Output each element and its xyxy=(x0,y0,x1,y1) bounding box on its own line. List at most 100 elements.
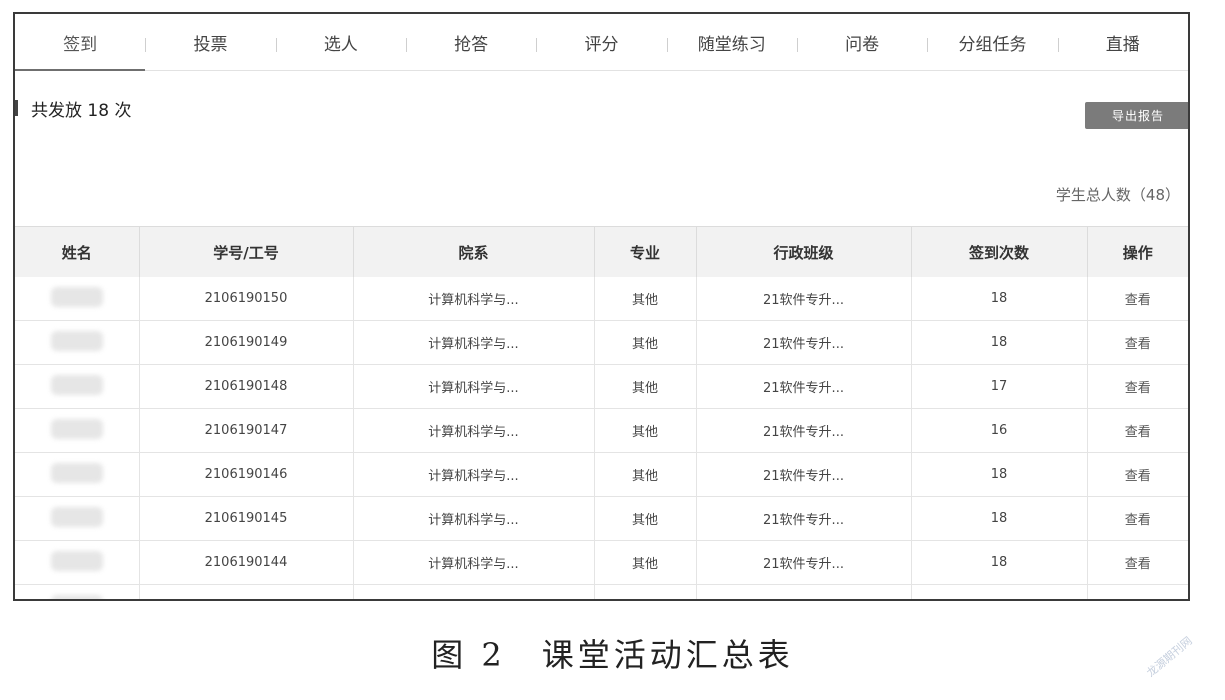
cell-major: 其他 xyxy=(594,452,697,497)
checkin-table: 姓名 学号/工号 院系 专业 行政班级 签到次数 操作 2106190150 计算机科学与..… xyxy=(15,226,1188,599)
cell-checkin-count: 16 xyxy=(911,408,1088,453)
column-header-department: 院系 xyxy=(353,226,595,277)
cell-class: 21软件专升... xyxy=(696,408,912,453)
view-link[interactable]: 查看 xyxy=(1125,425,1151,440)
tab-rating[interactable]: 评分 xyxy=(536,14,666,70)
cell-major: 其他 xyxy=(594,364,697,409)
view-link[interactable]: 查看 xyxy=(1125,337,1151,352)
tab-group-task[interactable]: 分组任务 xyxy=(927,14,1057,70)
redacted-name xyxy=(50,594,103,599)
cell-student-id: 2106190150 xyxy=(139,277,354,321)
cell-name xyxy=(15,540,140,585)
column-header-major: 专业 xyxy=(594,226,697,277)
column-header-class: 行政班级 xyxy=(696,226,912,277)
cell-checkin-count: 18 xyxy=(911,320,1088,365)
tab-pick[interactable]: 选人 xyxy=(275,14,406,70)
cell-major: 其他 xyxy=(594,320,697,365)
cell-action: 查看 xyxy=(1087,364,1188,409)
column-header-name: 姓名 xyxy=(15,226,140,277)
column-header-student-id: 学号/工号 xyxy=(139,226,354,277)
cell-class: 21软件专升... xyxy=(696,452,912,497)
cell-department: 计算机科学与... xyxy=(353,320,595,365)
tab-live[interactable]: 直播 xyxy=(1057,14,1188,70)
redacted-name xyxy=(50,550,103,571)
cell-name xyxy=(15,408,140,453)
figure-caption: 图 2 课堂活动汇总表 xyxy=(431,636,794,674)
cell-checkin-count: 18 xyxy=(911,277,1088,321)
redacted-name xyxy=(50,286,103,307)
cell-class: 21软件专升... xyxy=(696,277,912,321)
cell-department: 计算机科学与... xyxy=(353,584,595,599)
cell-student-id: 2106190144 xyxy=(139,540,354,585)
redacted-name xyxy=(50,330,103,351)
cell-department: 计算机科学与... xyxy=(353,277,595,321)
cell-checkin-count: 17 xyxy=(911,364,1088,409)
cell-student-id: 2106190149 xyxy=(139,320,354,365)
cell-student-id: 2106190147 xyxy=(139,408,354,453)
total-students: 学生总人数（48） xyxy=(1055,186,1180,204)
cell-checkin-count: 18 xyxy=(911,540,1088,585)
count-accent-bar xyxy=(15,100,18,116)
cell-department: 计算机科学与... xyxy=(353,540,595,585)
cell-major: 其他 xyxy=(594,408,697,453)
tab-quiz[interactable]: 随堂练习 xyxy=(666,14,797,70)
column-header-action: 操作 xyxy=(1087,226,1188,277)
cell-action: 查看 xyxy=(1087,408,1188,453)
release-count: 共发放 18 次 xyxy=(31,101,132,121)
cell-student-id: 2106190148 xyxy=(139,364,354,409)
cell-name xyxy=(15,584,140,599)
cell-major: 其他 xyxy=(594,277,697,321)
tab-quick-answer[interactable]: 抢答 xyxy=(405,14,536,70)
table-row: 2106190144 计算机科学与... 其他 21软件专升... 18 查看 xyxy=(15,540,1188,585)
cell-action: 查看 xyxy=(1087,320,1188,365)
export-report-button[interactable]: 导出报告 xyxy=(1085,102,1188,129)
cell-department: 计算机科学与... xyxy=(353,364,595,409)
cell-action: 查看 xyxy=(1087,452,1188,497)
cell-class: 21软件专升... xyxy=(696,540,912,585)
cell-major: 其他 xyxy=(594,496,697,541)
column-header-checkin-count: 签到次数 xyxy=(911,226,1088,277)
redacted-name xyxy=(50,506,103,527)
cell-department: 计算机科学与... xyxy=(353,408,595,453)
cell-student-id: 2106190145 xyxy=(139,496,354,541)
table-row: 2106190147 计算机科学与... 其他 21软件专升... 16 查看 xyxy=(15,408,1188,453)
cell-checkin-count: 18 xyxy=(911,452,1088,497)
tab-vote[interactable]: 投票 xyxy=(145,14,275,70)
table-row: 2106190150 计算机科学与... 其他 21软件专升... 18 查看 xyxy=(15,277,1188,321)
cell-class: 21软件专升... xyxy=(696,320,912,365)
view-link[interactable]: 查看 xyxy=(1125,293,1151,308)
activity-panel: 签到 投票 选人 抢答 评分 随堂练习 问卷 分组任务 直播 共发放 18 次 导出报告 学生总… xyxy=(13,12,1190,601)
table-header-row: 姓名 学号/工号 院系 专业 行政班级 签到次数 操作 xyxy=(15,226,1188,277)
cell-name xyxy=(15,364,140,409)
tab-checkin[interactable]: 签到 xyxy=(15,14,146,71)
view-link[interactable]: 查看 xyxy=(1125,381,1151,396)
cell-department: 计算机科学与... xyxy=(353,452,595,497)
redacted-name xyxy=(50,374,103,395)
cell-action: 查看 xyxy=(1087,277,1188,321)
cell-major: 其他 xyxy=(594,584,697,599)
table-row: 2106190143计算机科学与...其他21软件专升...18查看 xyxy=(15,584,1188,599)
redacted-name xyxy=(50,462,103,483)
cell-class: 21软件专升... xyxy=(696,584,912,599)
cell-class: 21软件专升... xyxy=(696,496,912,541)
cell-major: 其他 xyxy=(594,540,697,585)
cell-name xyxy=(15,452,140,497)
view-link[interactable]: 查看 xyxy=(1125,513,1151,528)
table-row: 2106190148 计算机科学与... 其他 21软件专升... 17 查看 xyxy=(15,364,1188,409)
table-row: 2106190149 计算机科学与... 其他 21软件专升... 18 查看 xyxy=(15,320,1188,365)
cell-action: 查看 xyxy=(1087,540,1188,585)
redacted-name xyxy=(50,418,103,439)
cell-student-id: 2106190143 xyxy=(139,584,354,599)
cell-action: 查看 xyxy=(1087,584,1188,599)
cell-name xyxy=(15,320,140,365)
tab-survey[interactable]: 问卷 xyxy=(796,14,927,70)
cell-department: 计算机科学与... xyxy=(353,496,595,541)
cell-checkin-count: 18 xyxy=(911,496,1088,541)
table-row: 2106190146 计算机科学与... 其他 21软件专升... 18 查看 xyxy=(15,452,1188,497)
cell-checkin-count: 18 xyxy=(911,584,1088,599)
tab-bar: 签到 投票 选人 抢答 评分 随堂练习 问卷 分组任务 直播 xyxy=(15,14,1188,71)
table-row: 2106190145 计算机科学与... 其他 21软件专升... 18 查看 xyxy=(15,496,1188,541)
view-link[interactable]: 查看 xyxy=(1125,557,1151,572)
view-link[interactable]: 查看 xyxy=(1125,469,1151,484)
cell-student-id: 2106190146 xyxy=(139,452,354,497)
